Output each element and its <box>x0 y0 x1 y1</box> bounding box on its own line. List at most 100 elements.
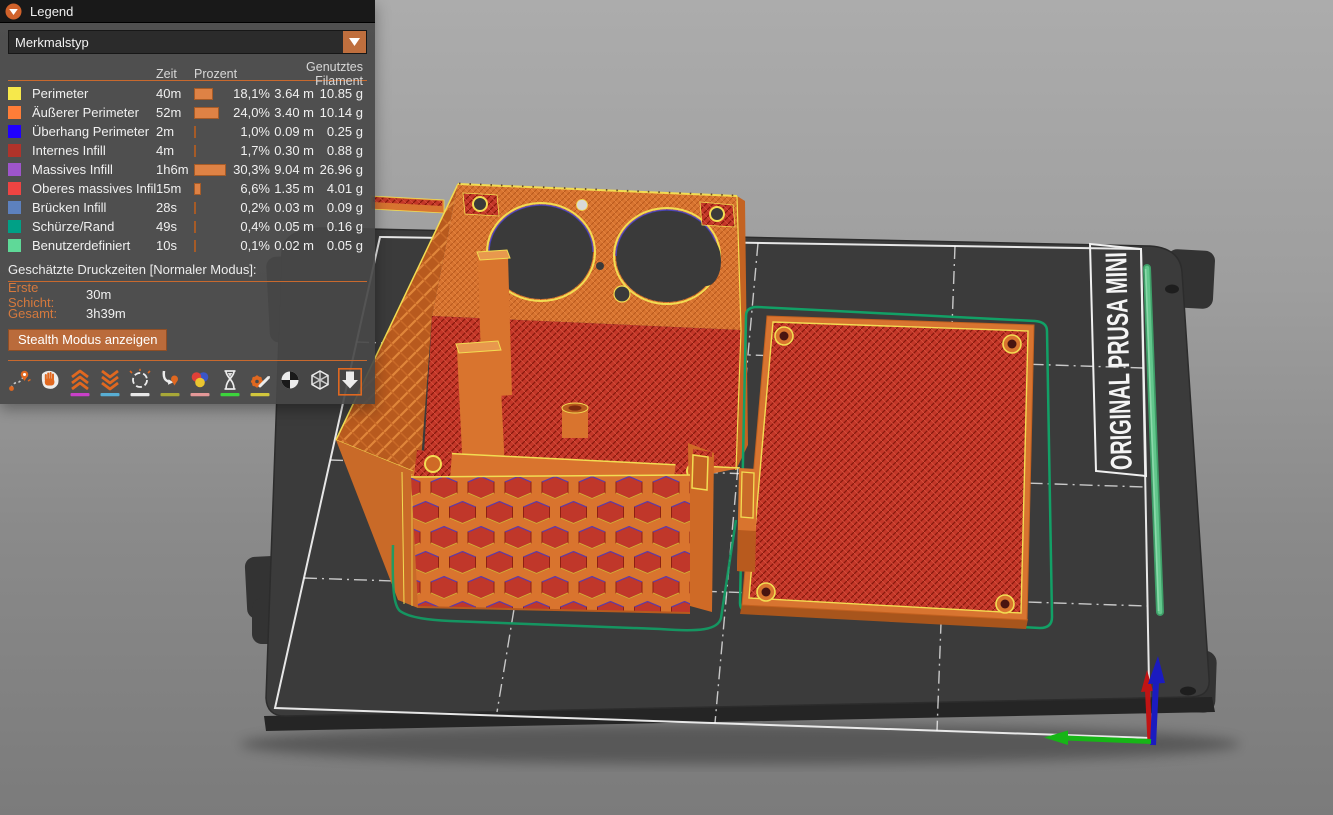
retractions-icon[interactable] <box>68 368 92 398</box>
first-layer-row: Erste Schicht: 30m <box>8 285 367 304</box>
axis-y-arrow <box>1148 690 1151 743</box>
bed-label: ORIGINAL PRUSA MINI <box>1100 252 1139 471</box>
filament-length: 0.09 m <box>270 124 314 139</box>
filament-weight: 10.85 g <box>314 86 363 101</box>
percent-bar <box>194 107 219 119</box>
feature-label: Internes Infill <box>32 143 156 158</box>
tool-marker-icon[interactable] <box>338 368 362 398</box>
seams-icon[interactable] <box>128 368 152 398</box>
percent-cell: 0,4% <box>194 217 270 236</box>
percent-value: 1,0% <box>240 124 270 139</box>
filament-length: 0.02 m <box>270 238 314 253</box>
feature-color-swatch <box>8 106 21 119</box>
color-changes-icon[interactable] <box>188 368 212 398</box>
filament-weight: 0.05 g <box>314 238 363 253</box>
feature-row[interactable]: Perimeter40m18,1%3.64 m10.85 g <box>8 84 367 103</box>
filament-weight: 0.25 g <box>314 124 363 139</box>
bed-mount-hole <box>1180 687 1196 696</box>
feature-color-swatch <box>8 144 21 157</box>
percent-value: 0,2% <box>240 200 270 215</box>
feature-row[interactable]: Oberes massives Infill15m6,6%1.35 m4.01 … <box>8 179 367 198</box>
deretractions-icon[interactable] <box>98 368 122 398</box>
model-lid-plate[interactable] <box>737 307 1052 629</box>
feature-row[interactable]: Internes Infill4m1,7%0.30 m0.88 g <box>8 141 367 160</box>
feature-color-swatch <box>8 239 21 252</box>
percent-bar <box>194 164 226 176</box>
top-solid-infill <box>749 322 1028 613</box>
feature-label: Brücken Infill <box>32 200 156 215</box>
percent-cell: 1,7% <box>194 141 270 160</box>
feature-row[interactable]: Schürze/Rand49s0,4%0.05 m0.16 g <box>8 217 367 236</box>
percent-value: 30,3% <box>233 162 270 177</box>
feature-row[interactable]: Brücken Infill28s 0,2%0.03 m0.09 g <box>8 198 367 217</box>
stealth-mode-button[interactable]: Stealth Modus anzeigen <box>8 329 167 351</box>
legend-panel: Legend Merkmalstyp Zeit Prozent Genutzte… <box>0 0 375 404</box>
travel-moves-icon[interactable] <box>8 368 32 398</box>
pause-prints-icon[interactable] <box>218 368 242 398</box>
percent-bar <box>194 202 196 214</box>
percent-bar <box>194 145 196 157</box>
estimates-heading: Geschätzte Druckzeiten [Normaler Modus]: <box>8 262 367 277</box>
gcode-preview-window: ORIGINAL PRUSA MINI <box>0 0 1333 815</box>
feature-color-swatch <box>8 163 21 176</box>
filament-weight: 0.16 g <box>314 219 363 234</box>
feature-time: 4m <box>156 143 194 158</box>
chevron-down-icon <box>348 37 361 47</box>
percent-bar <box>194 240 196 252</box>
percent-value: 0,1% <box>240 238 270 253</box>
dropdown-button[interactable] <box>343 31 366 53</box>
feature-label: Benutzerdefiniert <box>32 238 156 253</box>
honeycomb-wall <box>411 475 690 613</box>
axis-x-arrow <box>1066 738 1151 742</box>
filament-weight: 10.14 g <box>314 105 363 120</box>
legend-body: Merkmalstyp Zeit Prozent Genutztes Filam… <box>0 23 375 404</box>
feature-time: 40m <box>156 86 194 101</box>
filament-length: 0.03 m <box>270 200 314 215</box>
feature-label: Massives Infill <box>32 162 156 177</box>
bed-mount-hole <box>1165 285 1179 294</box>
axis-z-arrow <box>1153 682 1156 745</box>
feature-row[interactable]: Überhang Perimeter2m 1,0%0.09 m0.25 g <box>8 122 367 141</box>
feature-label: Oberes massives Infill <box>32 181 156 196</box>
feature-time: 52m <box>156 105 194 120</box>
total-time-value: 3h39m <box>86 306 126 321</box>
percent-bar <box>194 183 201 195</box>
first-layer-label: Erste Schicht: <box>8 280 86 310</box>
percent-cell: 1,0% <box>194 122 270 141</box>
feature-time: 2m <box>156 124 194 139</box>
feature-label: Überhang Perimeter <box>32 124 156 139</box>
custom-gcode-icon[interactable] <box>248 368 272 398</box>
collapse-icon[interactable] <box>5 3 22 20</box>
filament-weight: 0.09 g <box>314 200 363 215</box>
percent-cell: 0,2% <box>194 198 270 217</box>
wipe-icon[interactable] <box>38 368 62 398</box>
feature-color-swatch <box>8 201 21 214</box>
feature-label: Schürze/Rand <box>32 219 156 234</box>
filament-length: 3.40 m <box>270 105 314 120</box>
filament-length: 9.04 m <box>270 162 314 177</box>
feature-time: 1h6m <box>156 162 194 177</box>
view-type-select[interactable]: Merkmalstyp <box>8 30 367 54</box>
percent-value: 18,1% <box>233 86 270 101</box>
col-percent: Prozent <box>194 67 270 81</box>
percent-value: 0,4% <box>240 219 270 234</box>
legend-title-bar[interactable]: Legend <box>0 0 375 23</box>
feature-row[interactable]: Äußerer Perimeter52m24,0%3.40 m10.14 g <box>8 103 367 122</box>
bed-shadow <box>240 724 1240 764</box>
total-time-row: Gesamt: 3h39m <box>8 304 367 323</box>
percent-cell: 30,3% <box>194 160 270 179</box>
percent-value: 1,7% <box>240 143 270 158</box>
legend-toolbar <box>8 360 367 398</box>
shells-icon[interactable] <box>308 368 332 398</box>
feature-color-swatch <box>8 125 21 138</box>
feature-label: Perimeter <box>32 86 156 101</box>
filament-length: 1.35 m <box>270 181 314 196</box>
feature-row[interactable]: Massives Infill1h6m30,3%9.04 m26.96 g <box>8 160 367 179</box>
percent-cell: 24,0% <box>194 103 270 122</box>
feature-row[interactable]: Benutzerdefiniert10s0,1%0.02 m0.05 g <box>8 236 367 255</box>
feature-time: 28s <box>156 200 194 215</box>
center-of-mass-icon[interactable] <box>278 368 302 398</box>
tool-changes-icon[interactable] <box>158 368 182 398</box>
percent-value: 24,0% <box>233 105 270 120</box>
feature-time: 49s <box>156 219 194 234</box>
